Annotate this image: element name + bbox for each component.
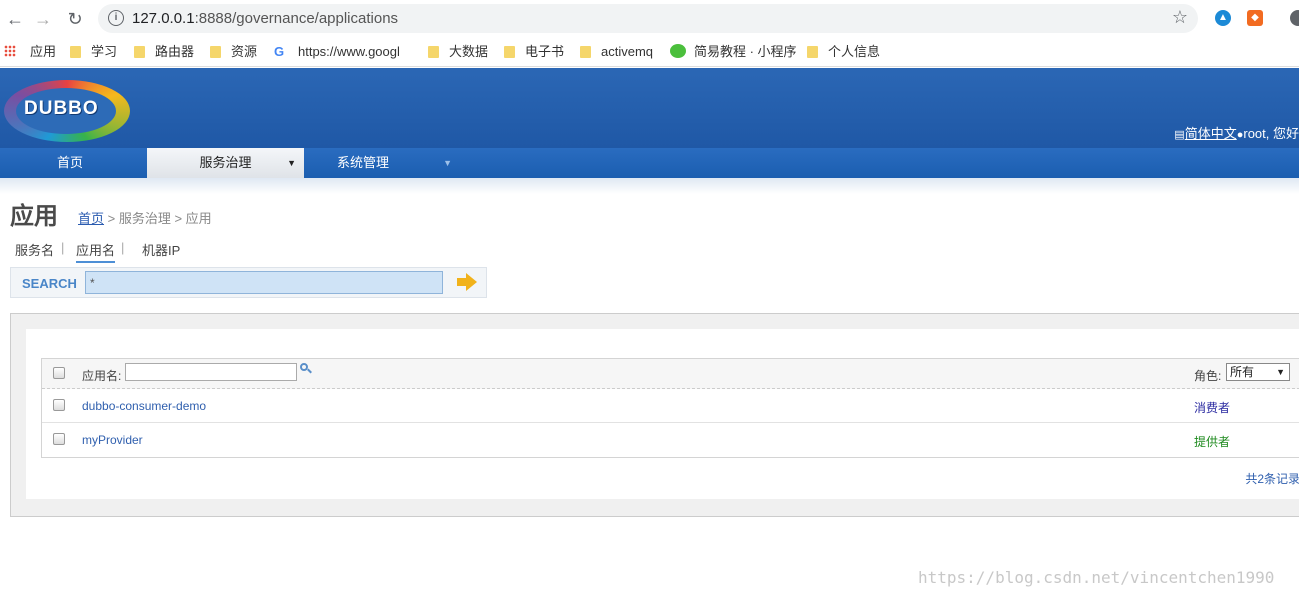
page-title: 应用: [10, 203, 58, 230]
bookmark-label: activemq: [601, 44, 654, 59]
wechat-icon: [670, 44, 686, 58]
app-name-link[interactable]: dubbo-consumer-demo: [82, 399, 206, 413]
dubbo-logo[interactable]: DUBBO: [0, 76, 134, 144]
bookmark-label: 资源: [231, 44, 258, 59]
bookmark-folder[interactable]: 路由器: [134, 43, 194, 61]
arrow-right-icon[interactable]: [457, 273, 477, 291]
bookmark-label: 学习: [91, 44, 118, 59]
bookmark-star-icon[interactable]: ☆: [1172, 7, 1188, 28]
breadcrumb-home-link[interactable]: 首页: [78, 211, 104, 226]
profile-icon[interactable]: [1290, 10, 1299, 26]
folder-icon: [807, 46, 818, 58]
results-container: 应用名: 角色: 所有 ▼ dubbo-consumer-demo 消费者 myP…: [26, 329, 1299, 499]
search-icon[interactable]: [300, 363, 312, 375]
table-row: myProvider 提供者: [42, 423, 1299, 457]
column-header-app-name: 应用名:: [82, 369, 122, 383]
tab-service-name[interactable]: 服务名: [15, 240, 54, 259]
table-header-row: 应用名: 角色: 所有 ▼: [42, 359, 1299, 389]
row-checkbox[interactable]: [53, 433, 65, 445]
bookmark-label: 简易教程 · 小程序: [694, 44, 797, 59]
row-checkbox[interactable]: [53, 399, 65, 411]
header-links: ▤简体中文●root, 您好: [1174, 123, 1299, 142]
logo-text: DUBBO: [24, 98, 99, 119]
search-handle: [307, 368, 312, 374]
bookmark-google[interactable]: Ghttps://www.googl: [274, 43, 410, 61]
user-greeting: root, 您好: [1243, 126, 1299, 141]
extension-icon[interactable]: ◆: [1247, 10, 1263, 26]
search-box: SEARCH: [10, 267, 487, 298]
tab-app-name[interactable]: 应用名: [76, 240, 116, 263]
apps-grid-icon: [4, 45, 16, 57]
chevron-down-icon: ▼: [287, 158, 296, 168]
reload-icon[interactable]: ↻: [64, 8, 86, 30]
menu-governance-label: 服务治理: [199, 155, 252, 170]
bookmark-label: 个人信息: [828, 44, 881, 59]
app-header: DUBBO ▤简体中文●root, 您好: [0, 68, 1299, 148]
info-icon[interactable]: i: [108, 10, 124, 26]
address-bar[interactable]: i 127.0.0.1:8888/governance/applications…: [98, 4, 1198, 33]
back-icon[interactable]: ←: [4, 8, 26, 30]
app-name-filter-input[interactable]: [125, 363, 297, 381]
table-row: dubbo-consumer-demo 消费者: [42, 389, 1299, 423]
forward-icon[interactable]: →: [32, 8, 54, 30]
folder-icon: [580, 46, 591, 58]
app-name-link[interactable]: myProvider: [82, 433, 143, 447]
main-menu: 首页 服务治理 ▼ 系统管理 ▼: [0, 148, 1299, 178]
watermark: https://blog.csdn.net/vincentchen1990: [918, 568, 1275, 587]
bookmark-folder[interactable]: 电子书: [504, 43, 564, 61]
role-value: 提供者: [1194, 435, 1231, 449]
language-link[interactable]: 简体中文: [1185, 126, 1237, 141]
bookmark-folder[interactable]: 大数据: [428, 43, 488, 61]
menu-system-label: 系统管理: [336, 155, 389, 170]
browser-toolbar: ← → ↻ i 127.0.0.1:8888/governance/applic…: [0, 0, 1299, 37]
arrow-head: [466, 273, 477, 291]
menu-system[interactable]: 系统管理 ▼: [310, 148, 456, 178]
bookmarks-bar: 应用 学习 路由器 资源 Ghttps://www.googl 大数据 电子书 …: [0, 37, 1299, 67]
bookmark-label: https://www.googl: [298, 44, 400, 59]
role-value: 消费者: [1194, 401, 1231, 415]
breadcrumb-trail: > 服务治理 > 应用: [104, 211, 212, 226]
bookmark-folder[interactable]: 学习: [70, 43, 117, 61]
search-input[interactable]: [85, 271, 443, 294]
folder-icon: [134, 46, 145, 58]
bookmark-folder[interactable]: activemq: [580, 43, 653, 61]
role-select-value: 所有: [1230, 365, 1255, 379]
bookmark-folder[interactable]: 资源: [210, 43, 257, 61]
folder-icon: [210, 46, 221, 58]
bookmark-label: 大数据: [449, 44, 489, 59]
bookmark-apps[interactable]: 应用: [4, 43, 56, 61]
menu-shadow: [0, 178, 1299, 194]
breadcrumb: 首页 > 服务治理 > 应用: [78, 208, 212, 227]
extension-icon[interactable]: ▲: [1215, 10, 1231, 26]
folder-icon: [428, 46, 439, 58]
url-host: 127.0.0.1: [132, 10, 195, 27]
select-all-checkbox[interactable]: [53, 367, 65, 379]
url-path: :8888/governance/applications: [194, 10, 399, 27]
google-icon: G: [274, 44, 285, 59]
menu-governance[interactable]: 服务治理 ▼: [147, 148, 304, 178]
role-select[interactable]: 所有 ▼: [1226, 363, 1290, 381]
bookmark-label: 电子书: [525, 44, 565, 59]
chevron-down-icon: ▼: [1276, 367, 1285, 377]
folder-icon: [70, 46, 81, 58]
record-count: 共2条记录: [1245, 472, 1299, 486]
bookmark-wechat[interactable]: 简易教程 · 小程序: [670, 43, 797, 61]
bookmark-folder[interactable]: 个人信息: [807, 43, 880, 61]
applications-table: 应用名: 角色: 所有 ▼ dubbo-consumer-demo 消费者 myP…: [41, 358, 1299, 458]
tab-separator: |: [61, 240, 65, 255]
document-icon: ▤: [1174, 129, 1185, 141]
column-header-role: 角色:: [1194, 369, 1222, 383]
bookmark-label: 应用: [30, 44, 57, 59]
search-label: SEARCH: [22, 276, 77, 291]
tab-machine-ip[interactable]: 机器IP: [142, 240, 180, 259]
tab-separator: |: [121, 240, 125, 255]
chevron-down-icon: ▼: [443, 158, 452, 168]
url-text: 127.0.0.1:8888/governance/applications: [132, 10, 398, 27]
results-panel: 应用名: 角色: 所有 ▼ dubbo-consumer-demo 消费者 myP…: [10, 313, 1299, 517]
menu-home[interactable]: 首页: [0, 148, 140, 178]
bookmark-label: 路由器: [155, 44, 195, 59]
folder-icon: [504, 46, 515, 58]
